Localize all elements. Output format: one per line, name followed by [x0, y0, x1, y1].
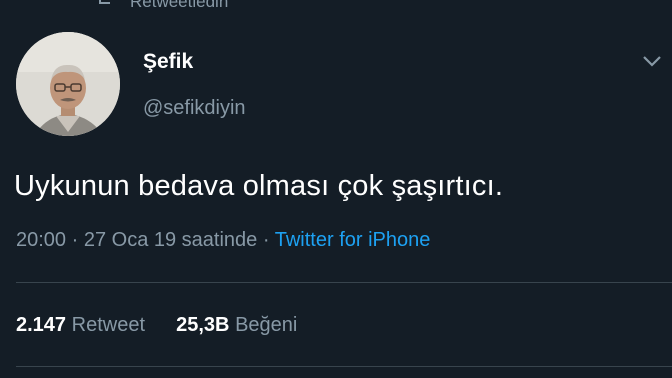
tweet-source-link[interactable]: Twitter for iPhone: [275, 229, 431, 251]
likes-stat[interactable]: 25,3B Beğeni: [176, 314, 297, 336]
retweets-stat[interactable]: 2.147 Retweet: [16, 314, 151, 336]
tweet-date: 27 Oca 19 saatinde: [83, 229, 258, 251]
retweets-count: 2.147: [16, 314, 67, 336]
tweet-meta: 20:00 · 27 Oca 19 saatinde · Twitter for…: [16, 229, 430, 252]
chevron-down-icon[interactable]: [640, 52, 664, 70]
author-name[interactable]: Şefik: [143, 50, 193, 74]
likes-label: Beğeni: [235, 314, 298, 336]
avatar[interactable]: [16, 32, 120, 136]
divider: [16, 366, 672, 367]
meta-separator: ·: [257, 229, 275, 251]
retweeted-banner: Retweetledin: [96, 0, 228, 13]
tweet-text: Uykunun bedava olması çok şaşırtıcı.: [14, 170, 504, 202]
retweet-icon: [96, 0, 118, 13]
divider: [16, 282, 672, 283]
tweet-time: 20:00: [16, 229, 67, 251]
author-handle[interactable]: @sefikdiyin: [143, 97, 246, 120]
retweets-label: Retweet: [71, 314, 145, 336]
likes-count: 25,3B: [176, 314, 230, 336]
meta-separator: ·: [66, 229, 84, 251]
retweeted-label: Retweetledin: [130, 0, 229, 11]
tweet-stats: 2.147 Retweet 25,3B Beğeni: [16, 314, 297, 337]
